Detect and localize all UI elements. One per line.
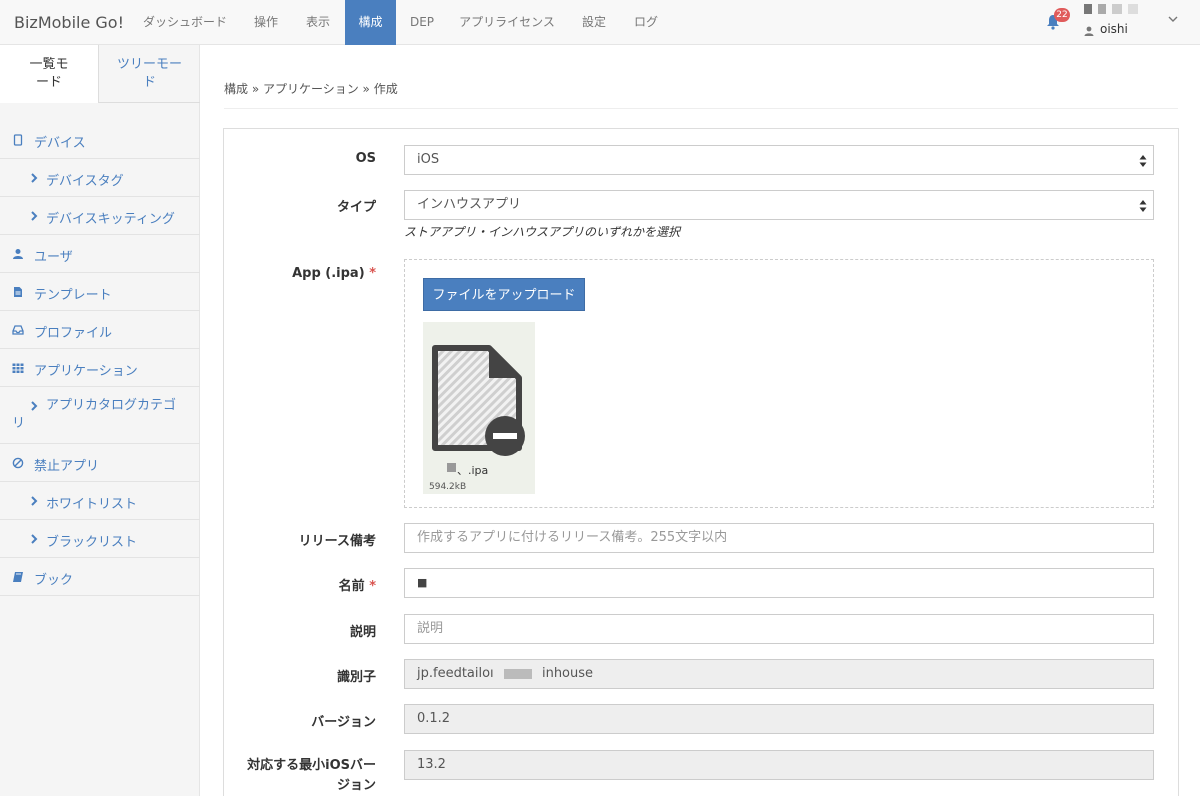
sidebar-item-label: デバイスキッティング	[46, 212, 175, 227]
sidebar-item-users[interactable]: ユーザ	[0, 235, 200, 273]
sidebar-item-prohibited-apps[interactable]: 禁止アプリ	[0, 444, 200, 482]
type-label: タイプ	[336, 200, 376, 215]
required-mark: *	[369, 579, 376, 594]
divider	[224, 108, 1178, 109]
tab-tree-mode[interactable]: ツリーモード	[99, 45, 200, 103]
tab-list-mode-label: 一覧モード	[29, 57, 69, 90]
breadcrumb: 構成 » アプリケーション » 作成	[224, 82, 398, 96]
description-input[interactable]: 説明	[404, 614, 1154, 644]
release-note-label: リリース備考	[298, 534, 376, 549]
sidebar-item-books[interactable]: ブック	[0, 558, 200, 596]
inbox-icon	[12, 325, 24, 335]
chevron-right-icon	[31, 534, 38, 544]
identifier-prefix: jp.feedtailoı	[417, 666, 494, 681]
sidebar-item-label: デバイス	[34, 136, 86, 151]
min-ios-version-field: 13.2	[404, 750, 1154, 780]
app-create-form: OS iOS タイプ インハウスアプリ ストアアプリ・インハウスアプリのいずれか…	[223, 128, 1179, 796]
version-field: 0.1.2	[404, 704, 1154, 734]
required-mark: *	[369, 266, 376, 281]
file-dropzone[interactable]: ファイルをアップロード 、.ipa 594.2kB	[404, 259, 1154, 508]
sidebar-item-label: ユーザ	[34, 250, 73, 265]
nav-log[interactable]: ログ	[622, 0, 670, 45]
nav-dep[interactable]: DEP	[398, 0, 446, 45]
select-arrows-icon	[1139, 200, 1147, 212]
uploaded-file-card[interactable]: 、.ipa 594.2kB	[423, 322, 535, 494]
sidebar: 一覧モード ツリーモード デバイス デバイスタグ デバイスキッティング ユーザ …	[0, 45, 200, 796]
chevron-right-icon	[31, 496, 38, 506]
description-label: 説明	[349, 625, 376, 640]
book-icon	[13, 572, 23, 582]
nav-app-license[interactable]: アプリライセンス	[450, 0, 564, 45]
sidebar-item-label: ホワイトリスト	[46, 497, 138, 512]
sidebar-item-label: ブック	[34, 573, 74, 588]
name-input[interactable]: ■	[404, 568, 1154, 598]
sidebar-item-devices[interactable]: デバイス	[0, 121, 200, 159]
file-removed-icon	[432, 345, 525, 456]
type-select-value: インハウスアプリ	[417, 197, 522, 212]
name-label: 名前 *	[224, 575, 376, 594]
user-icon	[13, 249, 23, 259]
notification-badge: 22	[1054, 8, 1070, 22]
sidebar-item-templates[interactable]: テンプレート	[0, 273, 200, 311]
identifier-field: jp.feedtailoı inhouse	[404, 659, 1154, 689]
main-content: 構成 » アプリケーション » 作成 OS iOS タイプ インハウスアプリ ス…	[200, 45, 1200, 796]
sidebar-item-blacklist[interactable]: ブラックリスト	[0, 520, 200, 558]
sidebar-item-label: ブラックリスト	[46, 535, 138, 550]
top-navbar: BizMobile Go! ダッシュボード 操作 表示 構成 DEP アプリライ…	[0, 0, 1200, 45]
type-help-text: ストアアプリ・インハウスアプリのいずれかを選択	[404, 225, 681, 239]
sidebar-item-label: 禁止アプリ	[34, 459, 100, 474]
ban-icon	[12, 457, 24, 469]
nav-dashboard[interactable]: ダッシュボード	[132, 0, 238, 45]
chevron-right-icon	[31, 211, 38, 221]
file-text-icon	[14, 287, 22, 297]
redacted-identifier-part	[503, 668, 532, 679]
min-ios-version-label: 対応する最小iOSバージョン	[247, 758, 376, 793]
os-select-value: iOS	[417, 152, 440, 167]
nav-configuration[interactable]: 構成	[345, 0, 396, 45]
tab-list-mode[interactable]: 一覧モード	[0, 45, 99, 103]
version-label: バージョン	[311, 715, 376, 730]
os-label: OS	[355, 151, 376, 166]
nav-settings[interactable]: 設定	[570, 0, 618, 45]
user-name: oishi	[1100, 22, 1128, 36]
app-ipa-label: App (.ipa) *	[224, 266, 376, 281]
release-note-input[interactable]: 作成するアプリに付けるリリース備考。255文字以内	[404, 523, 1154, 553]
name-input-value: ■	[417, 576, 428, 589]
type-select[interactable]: インハウスアプリ	[404, 190, 1154, 220]
mobile-icon	[13, 134, 23, 146]
chevron-down-icon[interactable]	[1168, 14, 1178, 24]
upload-file-button[interactable]: ファイルをアップロード	[423, 278, 585, 311]
user-icon	[1084, 26, 1094, 36]
app-ipa-label-text: App (.ipa)	[292, 266, 365, 281]
identifier-label: 識別子	[336, 670, 376, 685]
sidebar-item-label: テンプレート	[34, 288, 112, 303]
brand-logo[interactable]: BizMobile Go!	[14, 0, 124, 45]
mode-tabs: 一覧モード ツリーモード	[0, 45, 200, 103]
sidebar-item-app-catalog-category[interactable]: アプリカタログカテゴリ	[0, 387, 200, 444]
sidebar-item-whitelist[interactable]: ホワイトリスト	[0, 482, 200, 520]
sidebar-item-label: デバイスタグ	[46, 174, 124, 189]
sidebar-item-label: アプリカタログカテゴリ	[12, 398, 177, 431]
nav-view[interactable]: 表示	[294, 0, 342, 45]
redacted-file-prefix	[447, 463, 456, 472]
tab-tree-mode-label: ツリーモード	[116, 57, 182, 90]
file-size: 594.2kB	[429, 482, 467, 492]
sidebar-item-label: アプリケーション	[34, 364, 138, 379]
select-arrows-icon	[1139, 155, 1147, 167]
sidebar-item-device-kitting[interactable]: デバイスキッティング	[0, 197, 200, 235]
file-name: 、.ipa	[457, 464, 489, 477]
grid-icon	[12, 363, 24, 373]
identifier-suffix: inhouse	[541, 666, 594, 681]
sidebar-item-label: プロファイル	[34, 326, 113, 341]
sidebar-item-applications[interactable]: アプリケーション	[0, 349, 200, 387]
redacted-org-name	[1084, 4, 1144, 16]
name-label-text: 名前	[338, 579, 365, 594]
user-menu[interactable]: oishi	[1084, 4, 1164, 40]
os-select[interactable]: iOS	[404, 145, 1154, 175]
chevron-right-icon	[31, 173, 38, 183]
nav-operation[interactable]: 操作	[242, 0, 290, 45]
sidebar-item-profiles[interactable]: プロファイル	[0, 311, 200, 349]
sidebar-item-device-tags[interactable]: デバイスタグ	[0, 159, 200, 197]
